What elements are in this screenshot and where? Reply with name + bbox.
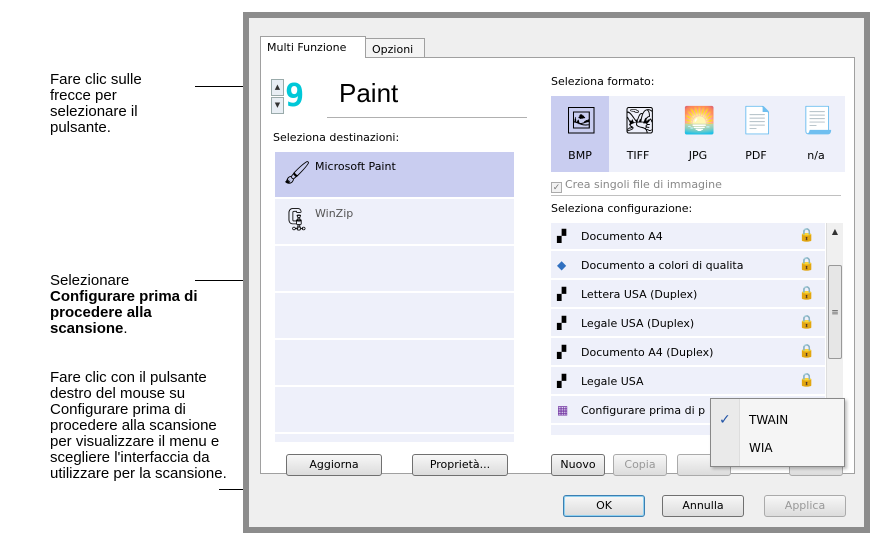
destinations-list: 🖌 Microsoft Paint 🗜 WinZip (275, 151, 514, 442)
format-label: JPG (688, 149, 708, 162)
context-menu-item-twain[interactable]: ✓ TWAIN (711, 407, 844, 433)
ok-button[interactable]: OK (563, 495, 645, 517)
jpg-icon: 🌅 (683, 106, 716, 136)
color-scanner-icon: ◆ (557, 258, 567, 272)
lock-icon: 🔒 (798, 344, 815, 359)
format-label: TIFF (626, 149, 650, 162)
format-jpg[interactable]: 🌅 JPG (669, 96, 727, 172)
bw-scanner-icon: ▞ (557, 229, 567, 243)
lock-icon: 🔒 (798, 228, 815, 243)
tab-multi-funzione[interactable]: Multi Funzione (260, 36, 366, 58)
single-files-checkbox-row[interactable]: ✓ Crea singoli file di immagine (551, 178, 722, 193)
destination-item-winzip[interactable]: 🗜 WinZip (275, 199, 514, 246)
properties-button[interactable]: Proprietà... (412, 454, 508, 476)
button-name: Paint (339, 78, 399, 108)
format-na[interactable]: 📃 n/a (787, 96, 845, 172)
checkmark-icon: ✓ (719, 412, 731, 428)
destination-label: WinZip (315, 207, 354, 220)
config-label: Documento a colori di qualita (581, 259, 744, 272)
button-number-display: 9 (285, 76, 305, 114)
button-name-divider (327, 117, 527, 118)
configure-icon: ▦ (557, 403, 569, 417)
callout-select-suffix: . (123, 320, 128, 337)
pdf-icon: 📄 (741, 106, 774, 136)
na-icon: 📃 (801, 106, 834, 136)
tiff-icon: 🏞 (623, 106, 657, 136)
format-pdf[interactable]: 📄 PDF (727, 96, 785, 172)
config-label: Documento A4 (581, 230, 663, 243)
callout-arrows: Fare clic sulle frecce per selezionare i… (50, 71, 142, 136)
config-label: Legale USA (581, 375, 644, 388)
paint-brush-icon: 🖌 (283, 161, 311, 186)
config-label: Lettera USA (Duplex) (581, 288, 698, 301)
new-button[interactable]: Nuovo (551, 454, 605, 476)
context-menu-label: WIA (749, 441, 773, 455)
spin-up-arrow-icon[interactable]: ▲ (271, 79, 284, 96)
config-label: Configurare prima di p (581, 404, 706, 417)
interface-context-menu: ✓ TWAIN WIA (710, 398, 845, 467)
config-item-legale-usa-duplex[interactable]: ▞ Legale USA (Duplex) 🔒 (551, 310, 825, 338)
format-bmp[interactable]: 🖼 BMP (551, 96, 609, 172)
single-files-checkbox[interactable]: ✓ (551, 182, 562, 193)
destination-empty-row (275, 387, 514, 434)
callout-right-click: Fare clic con il pulsante destro del mou… (50, 369, 227, 482)
refresh-button[interactable]: Aggiorna (286, 454, 382, 476)
context-menu-item-wia[interactable]: WIA (711, 435, 844, 461)
context-menu-label: TWAIN (749, 413, 789, 427)
config-item-documento-a4[interactable]: ▞ Documento A4 🔒 (551, 223, 825, 251)
format-divider (551, 195, 841, 196)
config-label: Legale USA (Duplex) (581, 317, 695, 330)
destination-item-microsoft-paint[interactable]: 🖌 Microsoft Paint (275, 152, 514, 199)
lock-icon: 🔒 (798, 286, 815, 301)
config-item-documento-a4-duplex[interactable]: ▞ Documento A4 (Duplex) 🔒 (551, 339, 825, 367)
format-label: PDF (745, 149, 767, 162)
scanner-dialog: Multi Funzione Opzioni ▲ ▼ 9 Paint Selez… (243, 12, 870, 533)
spin-down-arrow-icon[interactable]: ▼ (271, 97, 284, 114)
copy-button[interactable]: Copia (613, 454, 667, 476)
scroll-up-arrow-icon[interactable]: ▲ (827, 225, 843, 239)
winzip-icon: 🗜 (283, 208, 311, 233)
destination-empty-row (275, 340, 514, 387)
callout-select-config: Selezionare Configurare prima di procede… (50, 273, 210, 337)
format-tiff[interactable]: 🏞 TIFF (609, 96, 667, 172)
cancel-button[interactable]: Annulla (662, 495, 744, 517)
apply-button[interactable]: Applica (764, 495, 846, 517)
format-label: n/a (807, 149, 825, 162)
lock-icon: 🔒 (798, 257, 815, 272)
lock-icon: 🔒 (798, 315, 815, 330)
config-item-legale-usa[interactable]: ▞ Legale USA 🔒 (551, 368, 825, 396)
destinations-label: Seleziona destinazioni: (273, 131, 400, 144)
scroll-thumb[interactable]: ≡ (828, 265, 842, 359)
destination-empty-row (275, 246, 514, 293)
config-label: Documento A4 (Duplex) (581, 346, 714, 359)
config-item-lettera-usa-duplex[interactable]: ▞ Lettera USA (Duplex) 🔒 (551, 281, 825, 309)
format-label: BMP (568, 149, 592, 162)
bw-scanner-icon: ▞ (557, 316, 567, 330)
formats-list: 🖼 BMP 🏞 TIFF 🌅 JPG 📄 PDF 📃 n/a (551, 96, 845, 172)
bw-scanner-icon: ▞ (557, 345, 567, 359)
bmp-icon: 🖼 (565, 106, 599, 136)
lock-icon: 🔒 (798, 373, 815, 388)
callout-select-prefix: Selezionare (50, 272, 130, 289)
formats-label: Seleziona formato: (551, 75, 655, 88)
bw-scanner-icon: ▞ (557, 374, 567, 388)
button-spinner[interactable]: ▲ ▼ (271, 79, 284, 115)
destination-empty-row (275, 293, 514, 340)
configurations-label: Seleziona configurazione: (551, 202, 693, 215)
bw-scanner-icon: ▞ (557, 287, 567, 301)
tab-opzioni[interactable]: Opzioni (365, 38, 425, 58)
config-item-documento-colori[interactable]: ◆ Documento a colori di qualita 🔒 (551, 252, 825, 280)
single-files-label: Crea singoli file di immagine (565, 178, 722, 191)
destination-label: Microsoft Paint (315, 160, 396, 173)
